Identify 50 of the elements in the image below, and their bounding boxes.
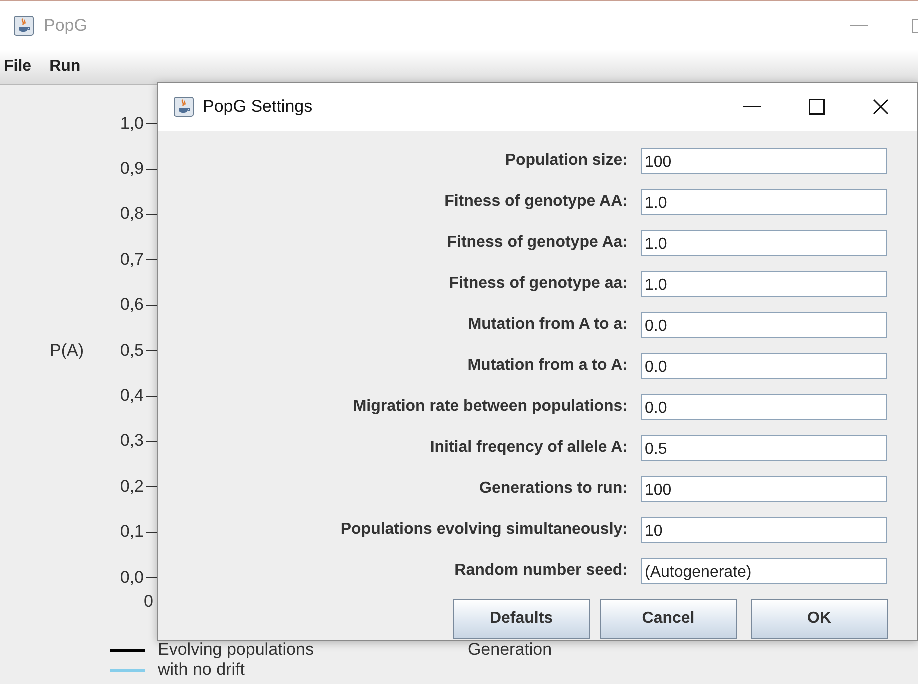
dialog-button[interactable]: OK — [751, 599, 888, 639]
field-label: Fitness of genotype aa: — [448, 275, 628, 293]
input-field[interactable]: 10 — [641, 517, 887, 543]
field-label: Population size: — [504, 152, 628, 170]
field-label: Fitness of genotype AA: — [444, 193, 628, 211]
field-label: Migration rate between populations: — [352, 398, 628, 416]
java-cup-icon — [14, 16, 34, 36]
field-label: Populations evolving simultaneously: — [340, 521, 628, 539]
dialog-button[interactable]: Defaults — [453, 599, 590, 639]
input-field[interactable]: 100 — [641, 476, 887, 502]
field-label: Initial freqency of allele A: — [429, 439, 628, 457]
input-field[interactable]: (Autogenerate) — [641, 558, 887, 584]
input-field[interactable]: 1.0 — [641, 271, 887, 297]
x-tick-label: 0 — [144, 592, 154, 612]
y-tick-label: 0,8 — [119, 204, 144, 224]
input-field[interactable]: 1.0 — [641, 189, 887, 215]
legend-label: Evolving populations — [158, 640, 314, 660]
input-field[interactable]: 1.0 — [641, 230, 887, 256]
java-cup-icon — [174, 97, 194, 117]
x-axis-label: Generation — [468, 640, 552, 660]
window-title: PopG — [44, 16, 88, 36]
field-label: Fitness of genotype Aa: — [446, 234, 628, 252]
menu-item[interactable]: Run — [50, 58, 81, 76]
maximize-icon[interactable] — [809, 99, 825, 115]
y-tick-label: 0,7 — [119, 250, 144, 270]
legend-label: with no drift — [158, 660, 245, 680]
input-field[interactable]: 100 — [641, 148, 887, 174]
minimize-icon[interactable] — [743, 106, 761, 108]
y-tick-label: 0,0 — [119, 568, 144, 588]
dialog-button[interactable]: Cancel — [600, 599, 737, 639]
y-tick-label: 0,6 — [119, 295, 144, 316]
y-tick-label: 0,5 — [119, 340, 144, 361]
y-tick-label: 0,1 — [119, 522, 144, 542]
input-field[interactable]: 0.0 — [641, 353, 887, 379]
y-tick-label: 0,2 — [119, 476, 144, 497]
y-tick-label: 0,9 — [119, 159, 144, 180]
close-icon[interactable] — [873, 99, 889, 115]
input-field[interactable]: 0.0 — [641, 312, 887, 338]
field-label: Generations to run: — [478, 480, 628, 498]
input-field[interactable]: 0.5 — [641, 435, 887, 461]
input-field[interactable]: 0.0 — [641, 394, 887, 420]
y-tick-label: 0,4 — [119, 386, 144, 406]
y-tick-label: 0,3 — [119, 431, 144, 452]
menu-item[interactable]: File — [4, 58, 32, 76]
y-tick-label: 1,0 — [119, 114, 144, 134]
y-axis-label: P(A) — [50, 340, 84, 361]
dialog-title: PopG Settings — [203, 97, 313, 117]
field-label: Mutation from a to A: — [466, 357, 628, 375]
field-label: Random number seed: — [454, 562, 628, 580]
field-label: Mutation from A to a: — [467, 316, 628, 334]
